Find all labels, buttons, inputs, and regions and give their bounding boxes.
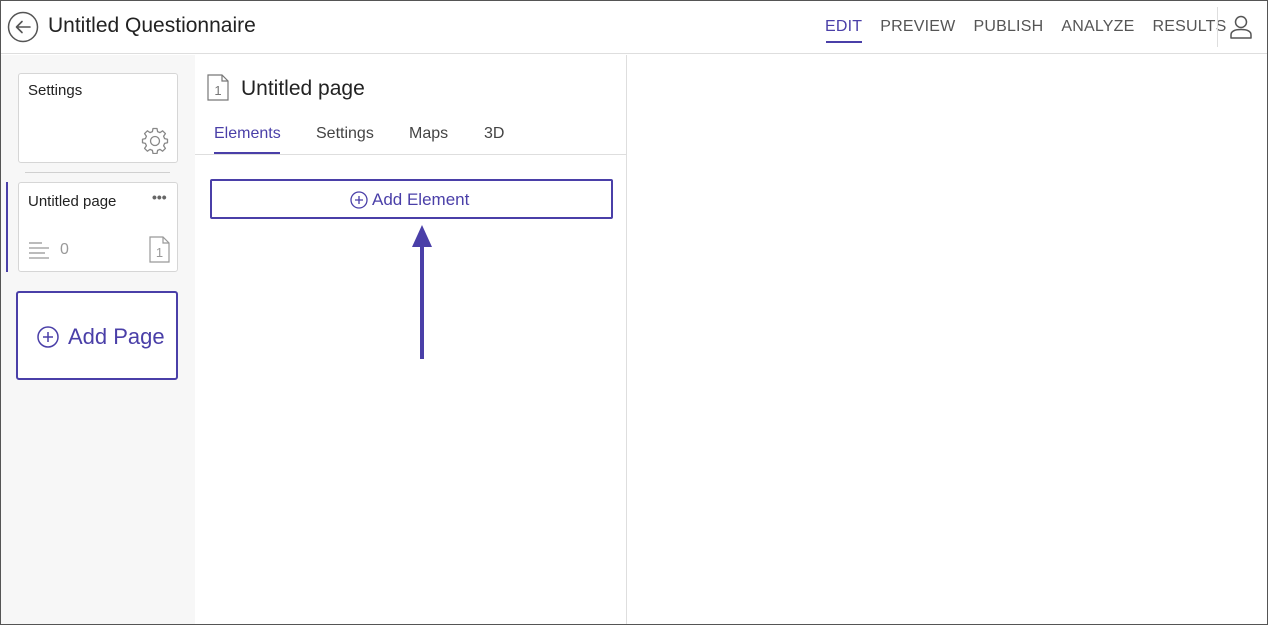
sidebar-divider [25,172,170,173]
user-icon[interactable] [1227,13,1255,41]
nav-publish[interactable]: PUBLISH [964,1,1052,54]
back-arrow-icon[interactable] [7,11,39,43]
add-page-button[interactable]: Add Page [16,291,178,380]
add-page-label: Add Page [68,324,165,349]
page-icon: 1 [207,74,229,101]
page-number-icon: 1 [149,236,170,263]
settings-card-label: Settings [28,82,83,99]
page-icon-text: 1 [214,83,221,98]
nav-analyze[interactable]: ANALYZE [1052,1,1143,54]
page-card[interactable]: Untitled page ••• 0 1 [18,182,178,272]
tab-maps[interactable]: Maps [409,125,448,143]
more-options-icon[interactable]: ••• [152,189,167,205]
page-editor-panel: 1 Untitled page Elements Settings Maps 3… [195,55,627,624]
tab-elements[interactable]: Elements [214,125,281,143]
app-window: Untitled Questionnaire EDIT PREVIEW PUBL… [0,0,1268,625]
annotation-arrow [412,225,432,359]
add-element-button[interactable]: Add Element [210,179,613,219]
questionnaire-title[interactable]: Untitled Questionnaire [48,14,256,38]
element-count: 0 [60,241,69,258]
plus-circle-icon [350,191,368,209]
nav-results[interactable]: RESULTS [1143,1,1235,54]
plus-circle-icon [37,326,59,348]
top-bar: Untitled Questionnaire EDIT PREVIEW PUBL… [1,1,1267,54]
tab-settings[interactable]: Settings [316,125,374,143]
pages-sidebar: Settings Untitled page ••• 0 1 Add Page [1,55,195,624]
tab-3d[interactable]: 3D [484,125,504,143]
preview-area [628,55,1267,624]
nav-preview[interactable]: PREVIEW [871,1,964,54]
nav-divider [1217,7,1218,47]
nav-edit[interactable]: EDIT [816,1,871,54]
main-nav: EDIT PREVIEW PUBLISH ANALYZE RESULTS [816,1,1235,54]
selected-page-indicator [6,182,8,272]
active-tab-indicator [214,152,280,154]
page-number-icon-text: 1 [156,245,163,260]
elements-list-icon [29,242,49,259]
gear-icon [141,127,169,154]
settings-card[interactable]: Settings [18,73,178,163]
page-title[interactable]: Untitled page [241,77,365,101]
page-card-label: Untitled page [28,193,117,210]
editor-tabs: Elements Settings Maps 3D [195,117,627,155]
add-element-label: Add Element [372,190,470,209]
